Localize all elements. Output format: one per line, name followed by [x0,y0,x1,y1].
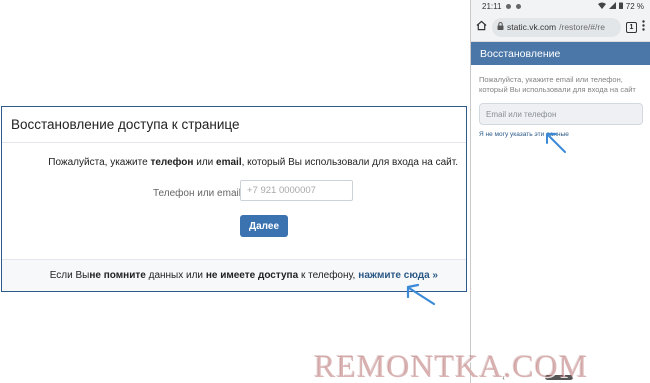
phone-email-label: Телефон или email [153,188,241,199]
footer-text: к телефону, [298,270,356,281]
footer-text: Если Вы [49,270,90,281]
desktop-footer: Если Вы не помните данных или не имеете … [2,259,466,291]
battery-level: 72 % [625,2,644,11]
mobile-email-phone-input[interactable] [479,103,643,125]
overflow-menu-icon[interactable] [642,18,645,36]
arrow-annotation-icon [406,283,436,306]
notification-icon [506,4,512,9]
mobile-page-title: Восстановление [471,42,650,65]
mobile-screenshot: 21:11 72 % static.vk.com/restore/#/re 1 … [470,0,650,383]
instruction-text: или [193,157,217,168]
desktop-form-body: Пожалуйста, укажите телефон или email, к… [2,143,466,259]
tab-switcher-button[interactable]: 1 [626,21,637,33]
home-icon[interactable] [476,18,487,36]
desktop-page-title: Восстановление доступа к странице [2,107,466,143]
desktop-restore-card: Восстановление доступа к странице Пожалу… [1,106,467,292]
instruction-text: , который Вы использовали для входа на с… [241,157,458,168]
browser-toolbar: static.vk.com/restore/#/re 1 [471,13,650,42]
watermark: REMONTKA.COM [314,348,589,383]
url-host: static.vk.com [507,22,557,32]
signal-icon [608,2,616,11]
battery-icon [618,2,623,11]
arrow-annotation-icon [546,133,566,153]
next-button[interactable]: Далее [240,215,288,237]
mobile-instruction: Пожалуйста, укажите email или телефон, к… [479,75,636,94]
url-field[interactable]: static.vk.com/restore/#/re [492,17,621,37]
status-bar: 21:11 72 % [471,0,650,13]
desktop-instruction: Пожалуйста, укажите телефон или email, к… [48,157,458,168]
lock-icon [497,22,504,32]
notification-icon [516,4,522,9]
instruction-bold-email: email [216,157,242,168]
footer-text: данных или [145,270,206,281]
status-time: 21:11 [482,2,502,11]
instruction-text: Пожалуйста, укажите [48,157,151,168]
phone-email-input[interactable] [240,180,353,201]
url-path: /restore/#/re [559,22,605,32]
wifi-icon [597,2,606,11]
footer-bold-not-remember: не помните [89,270,146,281]
footer-bold-no-access: не имеете доступа [205,270,299,281]
instruction-bold-phone: телефон [150,157,194,168]
